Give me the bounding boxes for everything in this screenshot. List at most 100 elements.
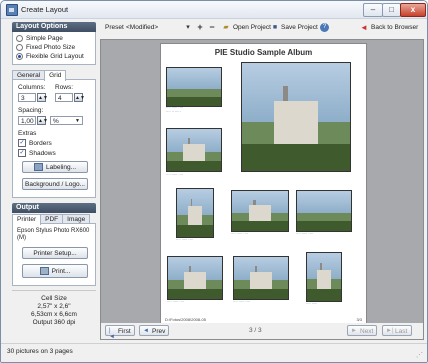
last-page-button[interactable]: ►| Last [382,325,412,336]
photo-sky [167,68,221,89]
back-arrow-icon: ◄ [360,23,368,32]
toolbar: Preset <Modified> ▾ + − ▰ Open Project ■… [100,19,425,38]
photo-ground [167,96,221,106]
resize-grip-icon[interactable]: ⋰ [416,351,423,359]
app-icon [6,4,18,16]
grid-settings-panel: Columns: Rows: 3 ▲▼ 4 ▲▼ Spacing: 1,00 ▲… [12,79,96,198]
photo-caption: ···· ····· ···· [233,300,251,304]
columns-spinner[interactable]: ▲▼ [37,93,48,102]
mode-simple-page[interactable]: Simple Page [13,34,95,43]
radio-icon [16,35,23,42]
output-header: Output [12,203,96,213]
photo-castle [274,86,318,150]
radio-selected-icon [16,53,23,60]
cell-size-title: Cell Size [41,295,67,302]
spacing-label: Spacing: [18,107,44,114]
print-button-label: Print... [51,268,71,275]
page-counter: 3 / 3 [249,327,262,334]
photo-thumbnail[interactable] [306,252,342,302]
layout-preview[interactable]: PIE Studio Sample Album ···· ····· ···· ·… [100,39,424,340]
printer-setup-label: Printer Setup... [33,250,77,257]
status-text: 30 pictures on 3 pages [7,348,73,355]
photo-sky [297,191,351,213]
layout-mode-group: Simple Page Fixed Photo Size Flexible Gr… [12,32,96,65]
album-title: PIE Studio Sample Album [214,48,313,57]
prev-page-button[interactable]: ◄ Prev [139,325,169,336]
photo-ground [232,221,288,231]
labeling-button[interactable]: Labeling... [22,161,88,173]
spacing-spinner[interactable]: ▲▼ [37,116,48,125]
prev-label: Prev [152,328,166,335]
photo-ground [177,225,213,237]
mode-label: Flexible Grid Layout [26,53,84,60]
printer-setup-button[interactable]: Printer Setup... [22,247,88,259]
photo-thumbnail[interactable] [166,128,222,172]
preview-page: PIE Studio Sample Album ···· ····· ···· ·… [160,43,367,325]
printer-name: Epson Stylus Photo RX600 (M) [17,228,90,241]
photo-thumbnail[interactable] [167,256,223,300]
photo-caption: ···· ····· ···· [296,232,314,236]
extras-label: Extras [18,130,37,137]
back-to-browser-button[interactable]: Back to Browser [371,24,418,31]
tab-grid[interactable]: Grid [44,70,67,81]
tab-printer[interactable]: Printer [12,214,42,225]
mode-flexible-grid[interactable]: Flexible Grid Layout [13,52,95,61]
photo-thumbnail[interactable] [241,62,351,172]
create-layout-window: Create Layout – □ x Layout Options Simpl… [0,0,428,363]
print-button[interactable]: Print... [22,264,88,278]
photo-caption: ···· ····· ···· ···· ·· ····· [166,106,184,114]
photo-ground [168,288,222,299]
photo-caption: ···· ····· ···· [167,300,185,304]
first-page-button[interactable]: |◄ First [105,325,135,340]
spacing-unit-select[interactable]: % ▼ [50,116,83,125]
photo-ground [167,160,221,171]
page-footer-number: 3/3 [356,317,362,322]
photo-ground [242,144,350,171]
borders-checkbox[interactable]: ✓ Borders [18,139,52,147]
photo-thumbnail[interactable] [176,188,214,238]
rows-label: Rows: [55,84,74,91]
title-bar[interactable]: Create Layout – □ x [1,1,427,19]
close-button[interactable]: x [400,3,426,17]
last-label: Last [395,328,408,335]
printer-icon [39,267,49,276]
rows-input[interactable]: 4 [55,93,73,102]
spacing-unit-value: % [53,118,59,125]
chevron-down-icon[interactable]: ▾ [184,23,192,32]
photo-caption: ···· ····· ···· [231,232,249,236]
remove-icon[interactable]: − [208,23,216,32]
columns-label: Columns: [18,84,46,91]
chevron-down-icon: ▼ [75,118,80,124]
maximize-button[interactable]: □ [382,3,401,17]
save-icon: ■ [272,24,278,31]
shadows-checkbox[interactable]: ✓ Shadows [18,149,56,157]
next-icon: ► [351,328,357,334]
preset-select[interactable]: <Modified> [126,24,158,31]
minimize-button[interactable]: – [363,3,383,17]
save-project-button[interactable]: Save Project [281,24,318,31]
folder-open-icon: ▰ [223,24,229,31]
last-icon: ►| [386,328,394,334]
shadows-label: Shadows [29,149,56,157]
spacing-input[interactable]: 1,00 [18,116,36,125]
add-icon[interactable]: + [196,23,204,32]
layout-options-header: Layout Options [12,22,96,32]
help-icon[interactable]: ? [320,23,329,32]
preset-label: Preset [105,24,124,31]
cell-size-info: Cell Size 2,57" x 2,6" 6,53cm x 6,6cm Ou… [12,290,96,331]
photo-thumbnail[interactable] [231,190,289,232]
checkmark-icon: ✓ [18,139,26,147]
cell-size-inches: 2,57" x 2,6" [37,303,71,310]
background-logo-button[interactable]: Background / Logo... [22,178,88,190]
next-page-button[interactable]: ► Next [347,325,377,336]
printer-panel: Epson Stylus Photo RX600 (M) Printer Set… [12,223,96,286]
mode-fixed-photo-size[interactable]: Fixed Photo Size [13,43,95,52]
next-label: Next [360,328,374,335]
photo-thumbnail[interactable] [296,190,352,232]
columns-input[interactable]: 3 [18,93,36,102]
photo-caption: ···· ····· [306,302,318,306]
open-project-button[interactable]: Open Project [233,24,271,31]
photo-thumbnail[interactable] [233,256,289,300]
photo-thumbnail[interactable] [166,67,222,107]
rows-spinner[interactable]: ▲▼ [74,93,85,102]
